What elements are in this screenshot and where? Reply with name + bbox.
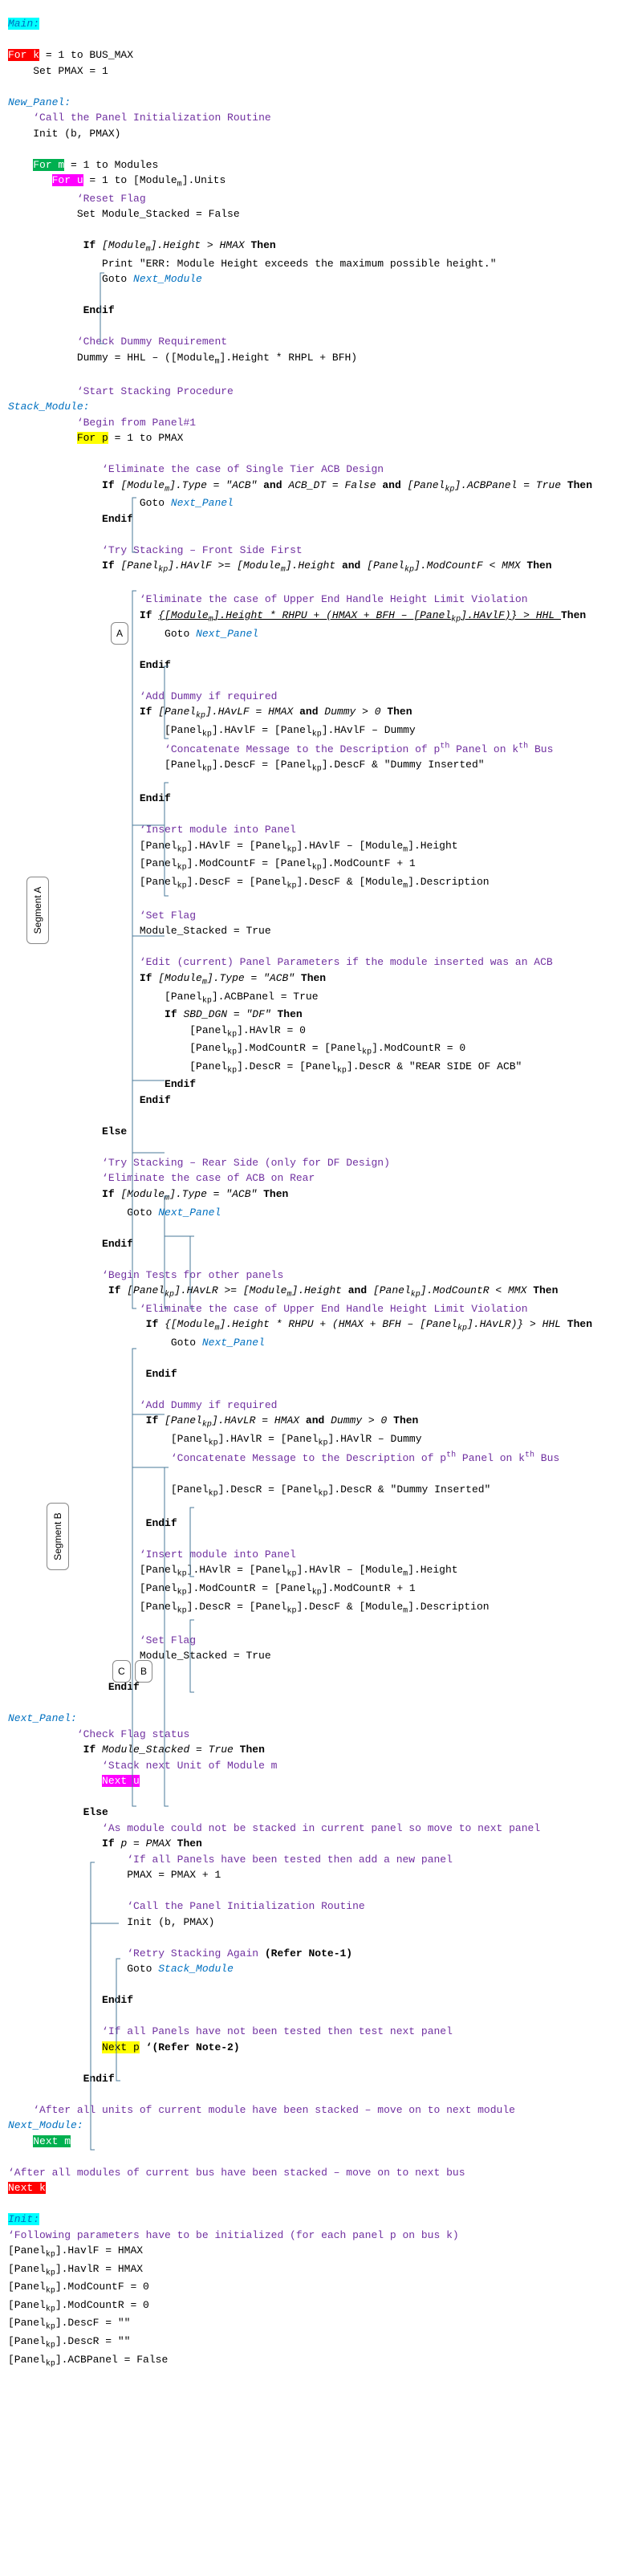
code-block: Main: For k = 1 to BUS_MAX Set PMAX = 1 … xyxy=(8,16,634,2370)
next-bus-loop: Next k xyxy=(8,2182,46,2194)
for-module-loop: For m xyxy=(33,159,64,171)
segment-a-tag: A xyxy=(111,622,128,645)
next-module-loop: Next m xyxy=(33,2135,71,2147)
label-new-panel: New_Panel: xyxy=(8,96,71,108)
label-main: Main: xyxy=(8,18,39,30)
segment-c-tag: C xyxy=(112,1660,131,1683)
label-stack-module: Stack_Module: xyxy=(8,401,89,413)
segment-b-tag: B xyxy=(135,1660,152,1683)
next-unit: Next u xyxy=(102,1775,140,1787)
for-bus-loop: For k xyxy=(8,49,39,61)
segment-b-label: Segment B xyxy=(47,1503,69,1570)
for-unit-loop: For u xyxy=(52,174,83,186)
label-next-panel: Next_Panel: xyxy=(8,1712,77,1724)
pseudocode-document: A Segment A Segment B B C Main: For k = … xyxy=(8,16,634,2370)
next-panel-loop: Next p xyxy=(102,2041,140,2053)
segment-a-label: Segment A xyxy=(26,877,49,944)
for-panel-loop: For p xyxy=(77,432,108,444)
label-init: Init: xyxy=(8,2213,39,2225)
label-next-module: Next_Module: xyxy=(8,2119,83,2131)
